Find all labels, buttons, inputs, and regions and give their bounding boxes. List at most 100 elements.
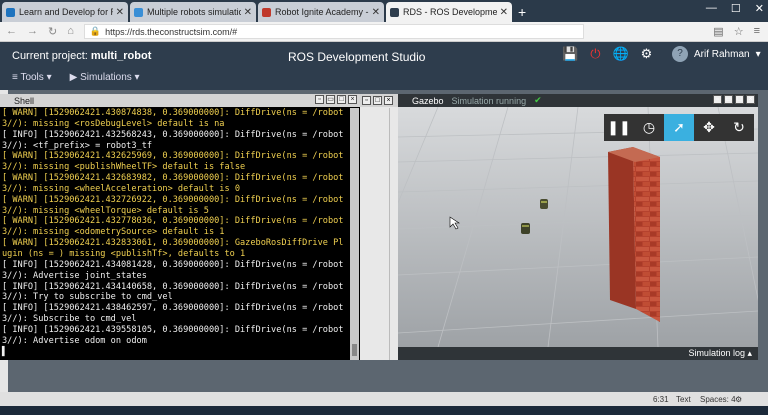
shell-line: [ WARN] [1529062421.432778036, 0.3690000… xyxy=(2,216,344,227)
robot-2 xyxy=(521,223,530,234)
user-menu[interactable]: ? Arif Rahman ▾ xyxy=(672,46,761,62)
restore-pane-icon[interactable]: ▫ xyxy=(315,95,324,104)
close-pane-icon[interactable]: × xyxy=(746,95,755,104)
shell-output[interactable]: [ WARN] [1529062421.430874838, 0.3690000… xyxy=(0,108,350,360)
simulations-menu[interactable]: ▶ Simulations ▾ xyxy=(70,72,140,83)
cursor-position: 6:31 xyxy=(653,395,669,404)
maximize-pane-icon[interactable]: □ xyxy=(337,95,346,104)
collapsed-pane-header: ▫ □ × xyxy=(360,94,398,107)
close-tab-icon[interactable]: ✕ xyxy=(244,7,252,18)
sim-log-label: Simulation log xyxy=(688,348,745,358)
new-tab-button[interactable]: + xyxy=(518,2,526,22)
browser-tab[interactable]: Learn and Develop for Robots u ✕ xyxy=(2,2,128,22)
window-controls: — ☐ ✕ xyxy=(706,2,764,15)
shell-line: 3//): Subscribe to cmd_vel xyxy=(2,314,137,325)
reader-icon[interactable]: ▤ xyxy=(713,25,723,38)
scroll-thumb[interactable] xyxy=(352,344,357,356)
favicon-icon xyxy=(262,7,271,17)
browser-tab-bar: Learn and Develop for Robots u ✕ Multipl… xyxy=(0,0,768,22)
tab-title: Learn and Develop for Robots u xyxy=(19,7,113,17)
lock-icon: 🔒 xyxy=(89,26,102,36)
back-icon[interactable]: ← xyxy=(6,25,17,38)
gazebo-toolbar: ❚❚ ◷ ➚ ✥ ↻ xyxy=(604,114,754,141)
shell-line: 3//): missing <odometrySource> default i… xyxy=(2,227,225,238)
home-icon[interactable]: ⌂ xyxy=(67,25,74,38)
shell-line: 3//): missing <wheelAcceleration> defaul… xyxy=(2,183,240,194)
simulation-status: Simulation running xyxy=(451,95,527,106)
gazebo-header: Gazebo Simulation running ✔ ▫ ▭ □ × xyxy=(398,94,758,107)
shell-scrollbar[interactable] xyxy=(350,108,359,360)
favicon-icon xyxy=(6,7,15,17)
pane-layout-icon[interactable]: ▭ xyxy=(724,95,733,104)
close-pane-icon[interactable]: × xyxy=(384,96,393,105)
shell-line: [ WARN] [1529062421.432726922, 0.3690000… xyxy=(2,194,344,205)
tab-title: Multiple robots simulation and xyxy=(147,7,241,17)
restore-pane-icon[interactable]: ▫ xyxy=(362,96,371,105)
collapsed-pane: ▫ □ × xyxy=(360,94,398,360)
tools-menu[interactable]: ≡ Tools ▾ xyxy=(12,72,52,83)
shell-line: [ WARN] [1529062421.430874838, 0.3690000… xyxy=(2,108,344,118)
check-icon: ✔ xyxy=(534,95,542,105)
browser-actions: ▤ ☆ ≡ xyxy=(713,25,760,38)
divider xyxy=(389,108,390,360)
tab-title: RDS - ROS Development Studio xyxy=(403,7,497,17)
shell-header: Shell ▫ ▭ □ × xyxy=(0,94,360,107)
project-name: multi_robot xyxy=(90,50,152,62)
current-project: Current project: multi_robot xyxy=(12,50,151,62)
close-window-icon[interactable]: ✕ xyxy=(755,2,764,15)
power-icon[interactable]: ⏻ xyxy=(590,46,600,62)
shell-line: 3//): <tf_prefix> = robot3_tf xyxy=(2,140,153,151)
globe-icon[interactable]: 🌐 xyxy=(612,46,628,62)
close-tab-icon[interactable]: ✕ xyxy=(116,7,124,18)
indent-setting[interactable]: Spaces: 4 xyxy=(700,395,736,404)
simulation-log-button[interactable]: Simulation log ▴ xyxy=(398,347,758,360)
url-field[interactable]: 🔒 https://rds.theconstructsim.com/# xyxy=(83,24,584,39)
os-taskbar xyxy=(0,406,768,415)
favicon-icon xyxy=(390,7,399,17)
bookmark-star-icon[interactable]: ☆ xyxy=(734,25,744,38)
shell-title: Shell xyxy=(14,95,35,106)
browser-tab[interactable]: Multiple robots simulation and ✕ xyxy=(130,2,256,22)
gazebo-pane: Gazebo Simulation running ✔ ▫ ▭ □ × ❚❚ ◷… xyxy=(398,94,758,360)
shell-line: 3//): missing <wheelTorque> default is 5 xyxy=(2,205,209,216)
browser-tab[interactable]: Robot Ignite Academy - ROS L ✕ xyxy=(258,2,384,22)
rotate-icon[interactable]: ↻ xyxy=(724,114,754,141)
minimize-icon[interactable]: — xyxy=(706,2,717,15)
close-tab-icon[interactable]: ✕ xyxy=(500,7,508,18)
pause-icon[interactable]: ❚❚ xyxy=(604,114,634,141)
settings-icon[interactable]: ⚙ xyxy=(735,395,742,404)
close-pane-icon[interactable]: × xyxy=(348,95,357,104)
shell-line: 3//): missing <rosDebugLevel> default is… xyxy=(2,118,225,129)
forward-icon[interactable]: → xyxy=(27,25,38,38)
shell-line: [ INFO] [1529062421.434140658, 0.3690000… xyxy=(2,281,344,292)
restore-pane-icon[interactable]: ▫ xyxy=(713,95,722,104)
shell-line: [ INFO] [1529062421.432568243, 0.3690000… xyxy=(2,129,344,140)
shell-line: 3//): missing <publishWheelTF> default i… xyxy=(2,162,246,173)
shell-line: 3//): Try to subscribe to cmd_vel xyxy=(2,292,173,303)
maximize-icon[interactable]: ☐ xyxy=(731,2,741,15)
gazebo-title: Gazebo xyxy=(412,95,444,106)
robot-1 xyxy=(540,199,548,209)
tab-title: Robot Ignite Academy - ROS L xyxy=(275,7,369,17)
simulations-label: Simulations xyxy=(80,72,132,83)
reload-icon[interactable]: ↻ xyxy=(48,25,57,38)
move-icon[interactable]: ✥ xyxy=(694,114,724,141)
clock-icon[interactable]: ◷ xyxy=(634,114,664,141)
settings-icon[interactable]: ⚙ xyxy=(641,46,653,62)
pane-controls: ▫ ▭ □ × xyxy=(315,95,357,104)
shell-line: 3//): Advertise odom on odom xyxy=(2,335,147,346)
browser-tab-active[interactable]: RDS - ROS Development Studio ✕ xyxy=(386,2,512,22)
app-menu: ≡ Tools ▾ ▶ Simulations ▾ xyxy=(12,72,140,83)
save-icon[interactable]: 💾 xyxy=(562,46,578,62)
close-tab-icon[interactable]: ✕ xyxy=(372,7,380,18)
editor-mode[interactable]: Text xyxy=(676,395,691,404)
maximize-pane-icon[interactable]: □ xyxy=(373,96,382,105)
pane-layout-icon[interactable]: ▭ xyxy=(326,95,335,104)
menu-icon[interactable]: ≡ xyxy=(754,25,760,38)
select-arrow-icon[interactable]: ➚ xyxy=(664,114,694,141)
pane-controls: ▫ ▭ □ × xyxy=(713,95,755,104)
gazebo-3d-view[interactable] xyxy=(398,107,758,347)
chevron-down-icon: ▾ xyxy=(755,48,761,60)
shell-line: [ WARN] [1529062421.432833061, 0.3690000… xyxy=(2,238,344,249)
maximize-pane-icon[interactable]: □ xyxy=(735,95,744,104)
